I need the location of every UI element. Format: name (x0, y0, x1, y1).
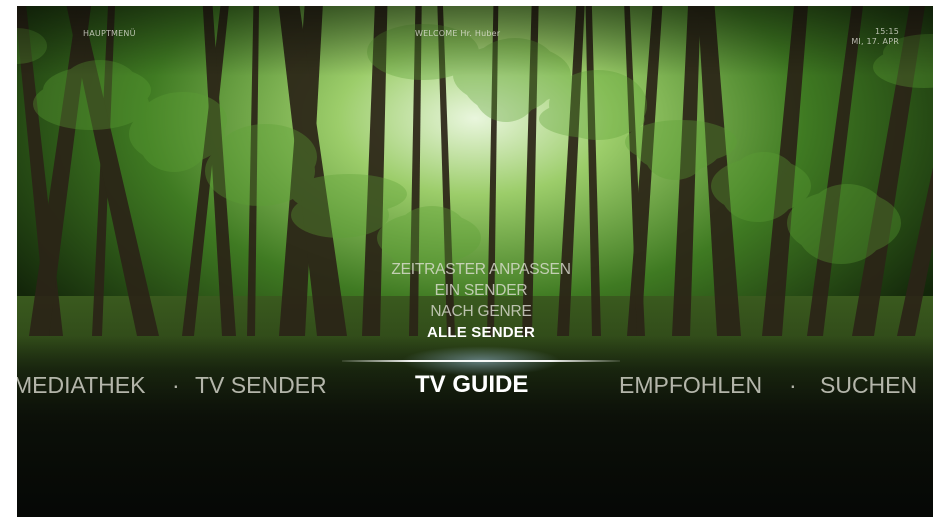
hauptmenu-label[interactable]: HAUPTMENÜ (83, 29, 136, 38)
foliage (645, 132, 705, 180)
clock: 15:15 MI, 17. APR (851, 27, 899, 47)
foliage (539, 100, 645, 138)
menu-separator: · (789, 372, 797, 398)
foliage (33, 78, 149, 130)
main-menu-tv-sender[interactable]: TV SENDER (195, 368, 327, 402)
submenu-item-ein-sender[interactable]: EIN SENDER (342, 280, 620, 301)
main-menu-mediathek[interactable]: MEDIATHEK (17, 368, 145, 402)
submenu-item-zeitraster[interactable]: ZEITRASTER ANPASSEN (342, 259, 620, 280)
tv-guide-submenu: ZEITRASTER ANPASSEN EIN SENDER NACH GENR… (342, 259, 620, 343)
foliage (797, 196, 885, 264)
menu-separator: · (172, 372, 180, 398)
clock-date: MI, 17. APR (851, 37, 899, 46)
foliage (215, 160, 299, 196)
submenu-item-nach-genre[interactable]: NACH GENRE (342, 301, 620, 322)
main-menu-suchen[interactable]: SUCHEN (820, 368, 917, 402)
main-menu-empfohlen[interactable]: EMPFOHLEN (619, 368, 762, 402)
top-shade (17, 6, 933, 76)
main-menu-tv-guide[interactable]: TV GUIDE (415, 368, 528, 402)
submenu-item-alle-sender[interactable]: ALLE SENDER (342, 322, 620, 343)
foliage (291, 192, 389, 238)
foliage (721, 164, 795, 222)
main-menu: MEDIATHEK · TV SENDER TV GUIDE EMPFOHLEN… (17, 368, 933, 402)
foliage (139, 110, 209, 172)
clock-time: 15:15 (874, 27, 899, 36)
selection-divider (342, 360, 620, 362)
welcome-label: WELCOME Hr. Huber (415, 29, 501, 38)
tv-screen: HAUPTMENÜ WELCOME Hr. Huber 15:15 MI, 17… (17, 6, 933, 517)
